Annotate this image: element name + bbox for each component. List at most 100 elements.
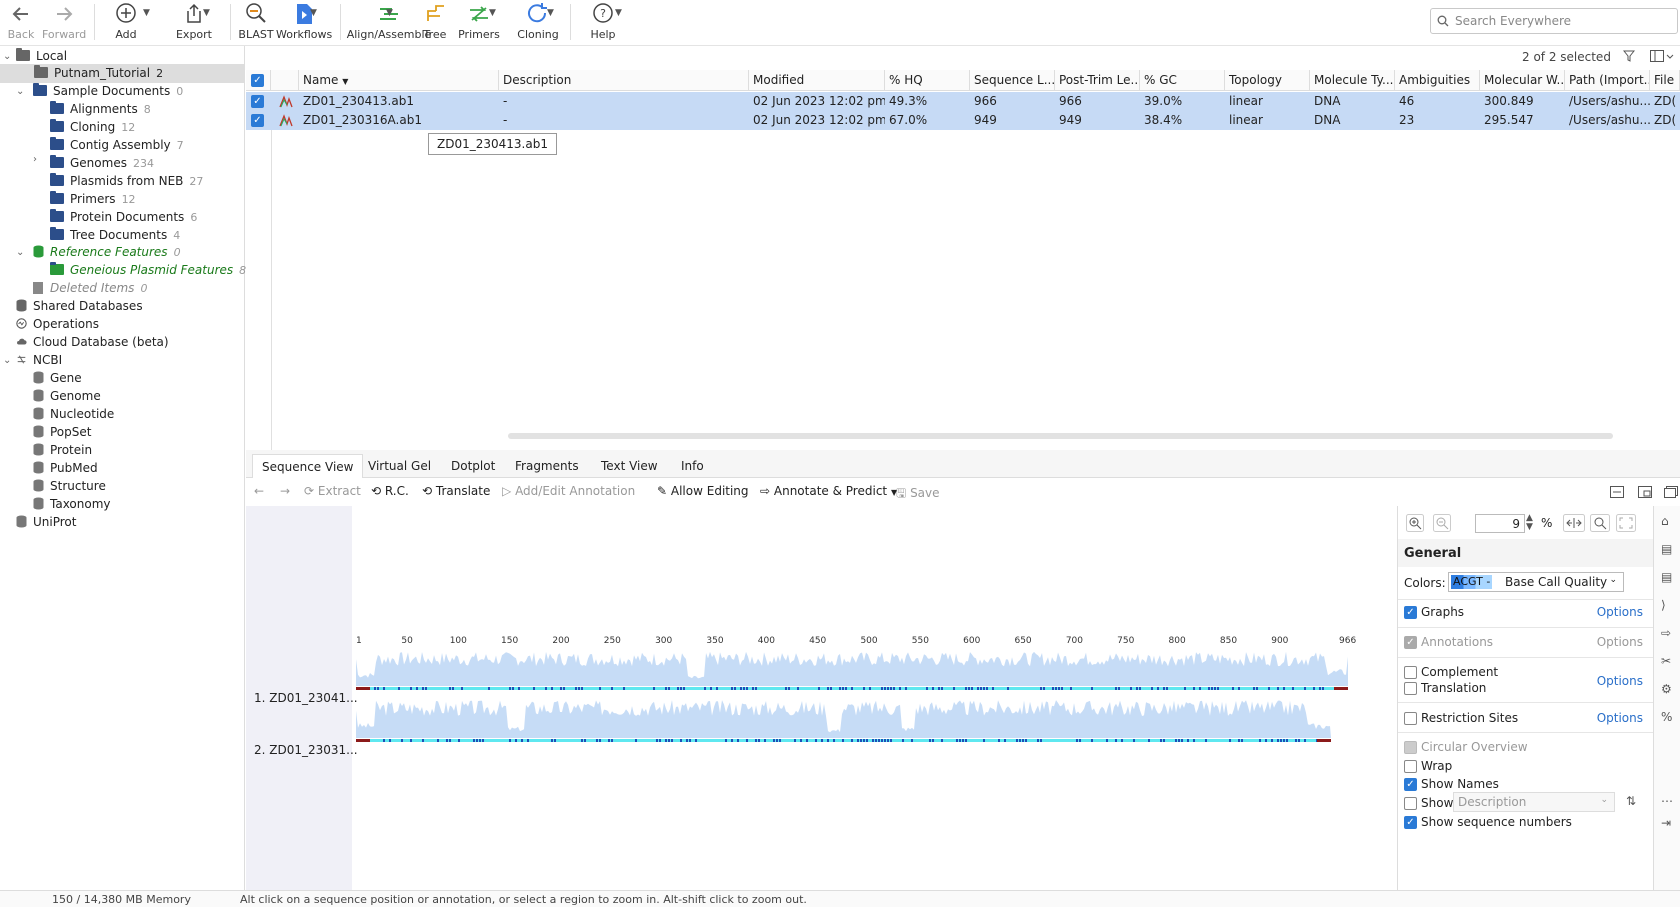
export-button[interactable]: Export <box>172 0 216 46</box>
tab-info[interactable]: Info <box>672 454 713 478</box>
tree-cloning[interactable]: Cloning 12 <box>50 118 135 137</box>
column-header-molecule-type[interactable]: Molecule Ty... <box>1310 70 1395 91</box>
tree-genomes[interactable]: Genomes 234 <box>50 154 154 173</box>
restriction-sites-checkbox[interactable] <box>1404 712 1417 725</box>
tree-structure[interactable]: Structure <box>33 477 106 496</box>
tab-fragments[interactable]: Fragments <box>506 454 588 478</box>
column-header-modified[interactable]: Modified <box>749 70 885 91</box>
row-checkbox[interactable]: ✓ <box>251 114 264 127</box>
translate-button[interactable]: ⟲ Translate <box>422 484 490 498</box>
annotations-options-link[interactable]: Options <box>1597 635 1643 649</box>
primers-button[interactable]: Primers <box>458 0 500 46</box>
zoom-stepper[interactable]: ▲ ▼ <box>1526 514 1533 532</box>
window-icon[interactable] <box>1638 486 1652 498</box>
zoom-in-icon[interactable] <box>1406 514 1424 532</box>
column-header-description[interactable]: Description <box>499 70 749 91</box>
back-button[interactable]: Back <box>4 0 38 46</box>
arrow-icon[interactable]: ⇨ <box>1661 626 1671 640</box>
code-icon[interactable]: ⟩ <box>1661 598 1666 612</box>
tree-uniprot[interactable]: UniProt <box>16 513 76 532</box>
zoom-out-icon[interactable] <box>1433 514 1451 532</box>
tree-operations[interactable]: Operations <box>16 315 99 334</box>
display-icon[interactable]: ▤ <box>1661 542 1672 556</box>
annotate-predict-button[interactable]: ⇨ Annotate & Predict ▼ <box>760 484 897 498</box>
column-header-molecular-weight[interactable]: Molecular W... <box>1480 70 1565 91</box>
cloning-button[interactable]: Cloning <box>516 0 560 46</box>
tab-text-view[interactable]: Text View <box>592 454 667 478</box>
filter-icon[interactable] <box>1623 50 1635 62</box>
extract-button[interactable]: ⟳ Extract <box>304 484 361 498</box>
column-header-hq[interactable]: % HQ <box>885 70 970 91</box>
workflows-button[interactable]: Workflows <box>276 0 332 46</box>
add-edit-annotation-button[interactable]: ▷ Add/Edit Annotation <box>502 484 635 498</box>
tree-button[interactable]: Tree <box>420 0 450 46</box>
allow-editing-button[interactable]: ✎ Allow Editing <box>657 484 749 498</box>
column-header-name[interactable]: Name ▼ <box>299 70 499 91</box>
tree-popset[interactable]: PopSet <box>33 423 91 442</box>
sequence-name[interactable]: 1. ZD01_23041... <box>254 691 358 705</box>
seq-back-icon[interactable]: ← <box>254 484 264 498</box>
blast-button[interactable]: BLAST <box>236 0 276 46</box>
tree-pubmed[interactable]: PubMed <box>33 459 98 478</box>
sequence-graphs[interactable] <box>356 646 1396 756</box>
tree-ncbi[interactable]: NCBI <box>16 351 62 370</box>
sequence-name[interactable]: 2. ZD01_23031... <box>254 743 358 757</box>
translation-checkbox[interactable] <box>1404 682 1417 695</box>
search-input[interactable] <box>1455 13 1670 29</box>
show-checkbox[interactable] <box>1404 797 1417 810</box>
column-header-file[interactable]: File <box>1650 70 1680 91</box>
scissors-icon[interactable]: ✂ <box>1661 654 1671 668</box>
help-button[interactable]: ? Help <box>586 0 620 46</box>
tree-protein-documents[interactable]: Protein Documents 6 <box>50 208 197 227</box>
tree-contig-assembly[interactable]: Contig Assembly 7 <box>50 136 184 155</box>
tree-alignments[interactable]: Alignments 8 <box>50 100 151 119</box>
complement-checkbox[interactable] <box>1404 666 1417 679</box>
select-all-checkbox[interactable]: ✓ <box>251 74 264 87</box>
more-icon[interactable]: ⋯ <box>1661 794 1673 808</box>
save-button[interactable]: 🖫 Save <box>896 484 940 505</box>
tree-genome[interactable]: Genome <box>33 387 101 406</box>
chevron-down-icon[interactable]: ▼ <box>386 8 393 18</box>
collapse-arrow-icon[interactable]: ⌄ <box>16 247 24 258</box>
collapse-arrow-icon[interactable]: ⌄ <box>3 51 11 62</box>
column-header-seq-length[interactable]: Sequence L... <box>970 70 1055 91</box>
expand-arrow-icon[interactable]: › <box>33 154 37 165</box>
tab-virtual-gel[interactable]: Virtual Gel <box>359 454 440 478</box>
chevron-down-icon[interactable]: ▼ <box>615 8 622 18</box>
tree-nucleotide[interactable]: Nucleotide <box>33 405 114 424</box>
tree-plasmids-neb[interactable]: Plasmids from NEB 27 <box>50 172 203 191</box>
column-header-gc[interactable]: % GC <box>1140 70 1225 91</box>
seq-forward-icon[interactable]: → <box>280 484 290 498</box>
tab-dotplot[interactable]: Dotplot <box>442 454 504 478</box>
fullscreen-icon[interactable] <box>1616 514 1636 532</box>
zoom-to-fit-icon[interactable] <box>1590 514 1610 532</box>
show-field-select[interactable]: Description ⌄ <box>1453 792 1615 812</box>
show-names-checkbox[interactable]: ✓ <box>1404 778 1417 791</box>
collapse-arrow-icon[interactable]: ⌄ <box>3 355 11 366</box>
tree-cloud-database[interactable]: Cloud Database (beta) <box>16 333 169 352</box>
graphs-checkbox[interactable]: ✓ <box>1404 606 1417 619</box>
tree-sample-documents[interactable]: Sample Documents 0 <box>33 82 183 101</box>
tree-geneious-plasmid-features[interactable]: Geneious Plasmid Features841 <box>50 261 260 280</box>
gear-icon[interactable]: ⚙ <box>1661 682 1672 696</box>
column-header-ambiguities[interactable]: Ambiguities <box>1395 70 1480 91</box>
collapse-panel-icon[interactable]: ⇥ <box>1661 816 1671 830</box>
chevron-down-icon[interactable]: ▼ <box>310 8 317 18</box>
restriction-options-link[interactable]: Options <box>1597 711 1643 725</box>
translation-options-link[interactable]: Options <box>1597 674 1643 688</box>
row-checkbox[interactable]: ✓ <box>251 95 264 108</box>
annotations-checkbox[interactable]: ✓ <box>1404 636 1417 649</box>
graphs-options-link[interactable]: Options <box>1597 605 1643 619</box>
layout-icon[interactable] <box>1610 486 1624 498</box>
sort-icon[interactable]: ⇅ <box>1626 794 1636 808</box>
columns-icon[interactable] <box>1650 50 1674 62</box>
zoom-input[interactable]: 9 <box>1475 514 1525 533</box>
forward-button[interactable]: Forward <box>42 0 86 46</box>
tree-shared-databases[interactable]: Shared Databases <box>16 297 143 316</box>
column-header-topology[interactable]: Topology <box>1225 70 1310 91</box>
tree-primers[interactable]: Primers 12 <box>50 190 136 209</box>
chevron-down-icon[interactable]: ▼ <box>489 8 496 18</box>
select-all-header[interactable]: ✓ <box>246 70 271 91</box>
collapse-arrow-icon[interactable]: ⌄ <box>16 86 24 97</box>
colors-select[interactable]: ACGT - Base Call Quality ⌄ <box>1448 572 1624 592</box>
